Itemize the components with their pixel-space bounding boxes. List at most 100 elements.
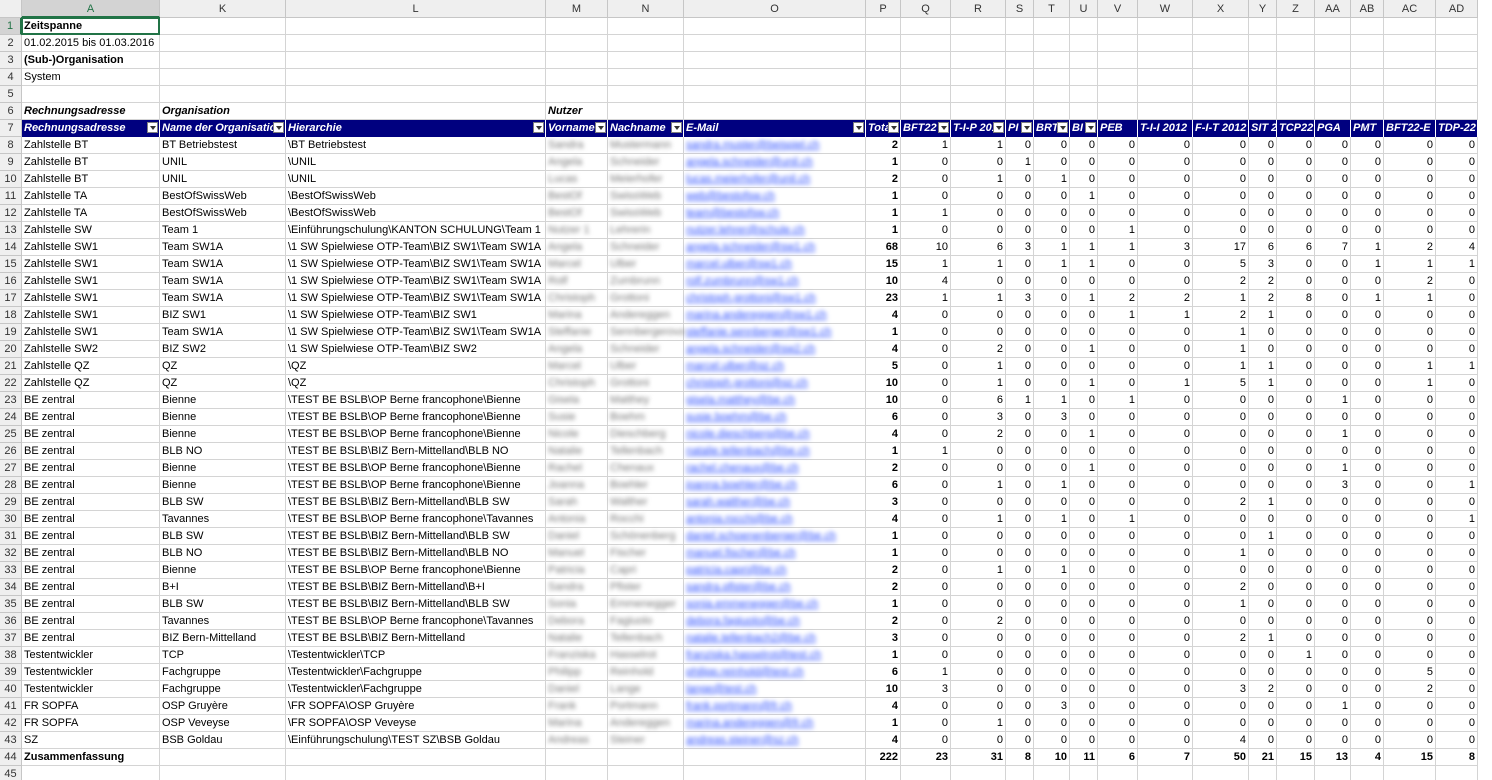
grid-cell[interactable] — [1384, 18, 1436, 35]
row-header-4[interactable]: 4 — [0, 69, 22, 86]
cell-organisation[interactable]: BLB SW — [160, 596, 286, 613]
cell-value-t[interactable]: 0 — [1034, 443, 1070, 460]
cell-value-s[interactable]: 0 — [1006, 562, 1034, 579]
cell-organisation[interactable]: UNIL — [160, 154, 286, 171]
cell-vorname[interactable]: Marcel — [546, 256, 608, 273]
cell-value-aa[interactable]: 0 — [1315, 528, 1351, 545]
cell-value-t[interactable]: 0 — [1034, 205, 1070, 222]
cell-value-v[interactable]: 0 — [1098, 647, 1138, 664]
grid-cell[interactable] — [1138, 35, 1193, 52]
cell-nachname[interactable]: SwissWeb — [608, 205, 684, 222]
cell-value-v[interactable]: 0 — [1098, 188, 1138, 205]
cell-value-w[interactable]: 0 — [1138, 732, 1193, 749]
group-header-m[interactable]: Nutzer — [546, 103, 670, 120]
cell-value-s[interactable]: 0 — [1006, 477, 1034, 494]
cell-organisation[interactable]: Team SW1A — [160, 324, 286, 341]
cell-nachname[interactable]: Tellenbach — [608, 443, 684, 460]
cell-nachname[interactable]: Andereggen — [608, 307, 684, 324]
cell-organisation[interactable]: Bienne — [160, 426, 286, 443]
cell-organisation[interactable]: Bienne — [160, 409, 286, 426]
cell-email[interactable]: antonia.rocchi@be.ch — [684, 511, 866, 528]
cell-value-t[interactable]: 0 — [1034, 613, 1070, 630]
cell-value-p[interactable]: 1 — [866, 528, 901, 545]
grid-cell[interactable] — [546, 69, 608, 86]
cell-organisation[interactable]: BIZ SW2 — [160, 341, 286, 358]
grid-cell[interactable] — [1436, 35, 1478, 52]
cell-value-x[interactable]: 4 — [1193, 732, 1249, 749]
cell-value-y[interactable]: 0 — [1249, 426, 1277, 443]
cell-value-ac[interactable]: 0 — [1384, 562, 1436, 579]
cell-value-ab[interactable]: 0 — [1351, 341, 1384, 358]
cell-organisation[interactable]: BLB NO — [160, 443, 286, 460]
cell-value-q[interactable]: 0 — [901, 222, 951, 239]
cell-value-y[interactable]: 1 — [1249, 375, 1277, 392]
cell-vorname[interactable]: Sandra — [546, 137, 608, 154]
grid-cell[interactable] — [866, 18, 901, 35]
cell-vorname[interactable]: Sonia — [546, 596, 608, 613]
cell-email[interactable]: gisela.matthey@be.ch — [684, 392, 866, 409]
cell-email[interactable]: team@bestofsw.ch — [684, 205, 866, 222]
cell-value-w[interactable]: 0 — [1138, 715, 1193, 732]
cell-value-q[interactable]: 0 — [901, 494, 951, 511]
cell-value-s[interactable]: 0 — [1006, 307, 1034, 324]
cell-rechnungsadresse[interactable]: Testentwickler — [22, 664, 160, 681]
cell-value-ad[interactable]: 0 — [1436, 647, 1478, 664]
cell-value-ad[interactable]: 0 — [1436, 545, 1478, 562]
cell-value-r[interactable]: 0 — [951, 494, 1006, 511]
cell-value-ab[interactable]: 1 — [1351, 290, 1384, 307]
grid-cell[interactable] — [546, 18, 608, 35]
cell-value-u[interactable]: 0 — [1070, 545, 1098, 562]
cell-value-s[interactable]: 0 — [1006, 579, 1034, 596]
cell-value-w[interactable]: 0 — [1138, 545, 1193, 562]
cell-value-q[interactable]: 1 — [901, 205, 951, 222]
cell-vorname[interactable]: Natalie — [546, 443, 608, 460]
cell-value-ac[interactable]: 0 — [1384, 443, 1436, 460]
cell-value-u[interactable]: 0 — [1070, 154, 1098, 171]
grid-cell[interactable] — [608, 86, 684, 103]
row-header-3[interactable]: 3 — [0, 52, 22, 69]
cell-value-r[interactable]: 6 — [951, 239, 1006, 256]
table-header-aa[interactable]: PGA — [1315, 120, 1351, 137]
cell-value-q[interactable]: 1 — [901, 256, 951, 273]
cell-value-s[interactable]: 0 — [1006, 341, 1034, 358]
grid-cell[interactable] — [684, 52, 866, 69]
cell-email[interactable]: joanna.boehler@be.ch — [684, 477, 866, 494]
cell-organisation[interactable]: Team SW1A — [160, 273, 286, 290]
cell-value-w[interactable]: 0 — [1138, 256, 1193, 273]
cell-value-t[interactable]: 3 — [1034, 698, 1070, 715]
cell-value-ac[interactable]: 0 — [1384, 460, 1436, 477]
cell-hierarchie[interactable]: \1 SW Spielwiese OTP-Team\BIZ SW1 — [286, 307, 546, 324]
table-header-x[interactable]: F-I-T 2012 — [1193, 120, 1249, 137]
cell-value-v[interactable]: 0 — [1098, 528, 1138, 545]
grid-cell[interactable] — [286, 766, 546, 780]
cell-value-r[interactable]: 0 — [951, 205, 1006, 222]
cell-value-x[interactable]: 3 — [1193, 681, 1249, 698]
cell-value-ad[interactable]: 0 — [1436, 375, 1478, 392]
cell-email[interactable]: philipp.reinhold@test.ch — [684, 664, 866, 681]
grid-cell[interactable] — [1351, 35, 1384, 52]
cell-value-x[interactable]: 5 — [1193, 375, 1249, 392]
grid-cell[interactable] — [1070, 18, 1098, 35]
cell-value-ad[interactable]: 0 — [1436, 205, 1478, 222]
cell-email[interactable]: web@bestofsw.ch — [684, 188, 866, 205]
cell-value-u[interactable]: 0 — [1070, 307, 1098, 324]
grid-cell[interactable] — [608, 69, 684, 86]
cell-value-x[interactable]: 0 — [1193, 222, 1249, 239]
cell-value-z[interactable]: 0 — [1277, 460, 1315, 477]
row-header-15[interactable]: 15 — [0, 256, 22, 273]
cell-value-s[interactable]: 0 — [1006, 596, 1034, 613]
grid-cell[interactable] — [1315, 766, 1351, 780]
cell-rechnungsadresse[interactable]: Zahlstelle TA — [22, 205, 160, 222]
cell-value-r[interactable]: 0 — [951, 188, 1006, 205]
cell-organisation[interactable]: OSP Gruyère — [160, 698, 286, 715]
cell-email[interactable]: sandra.pfister@be.ch — [684, 579, 866, 596]
cell-nachname[interactable]: Emmenegger — [608, 596, 684, 613]
cell-value-ac[interactable]: 0 — [1384, 205, 1436, 222]
summary-value-aa[interactable]: 13 — [1315, 749, 1351, 766]
cell-value-r[interactable]: 1 — [951, 256, 1006, 273]
cell-nachname[interactable]: Dieschberg — [608, 426, 684, 443]
cell-value-w[interactable]: 0 — [1138, 562, 1193, 579]
column-header-k[interactable]: K — [160, 0, 286, 18]
cell-value-v[interactable]: 0 — [1098, 579, 1138, 596]
grid-cell[interactable] — [546, 86, 608, 103]
